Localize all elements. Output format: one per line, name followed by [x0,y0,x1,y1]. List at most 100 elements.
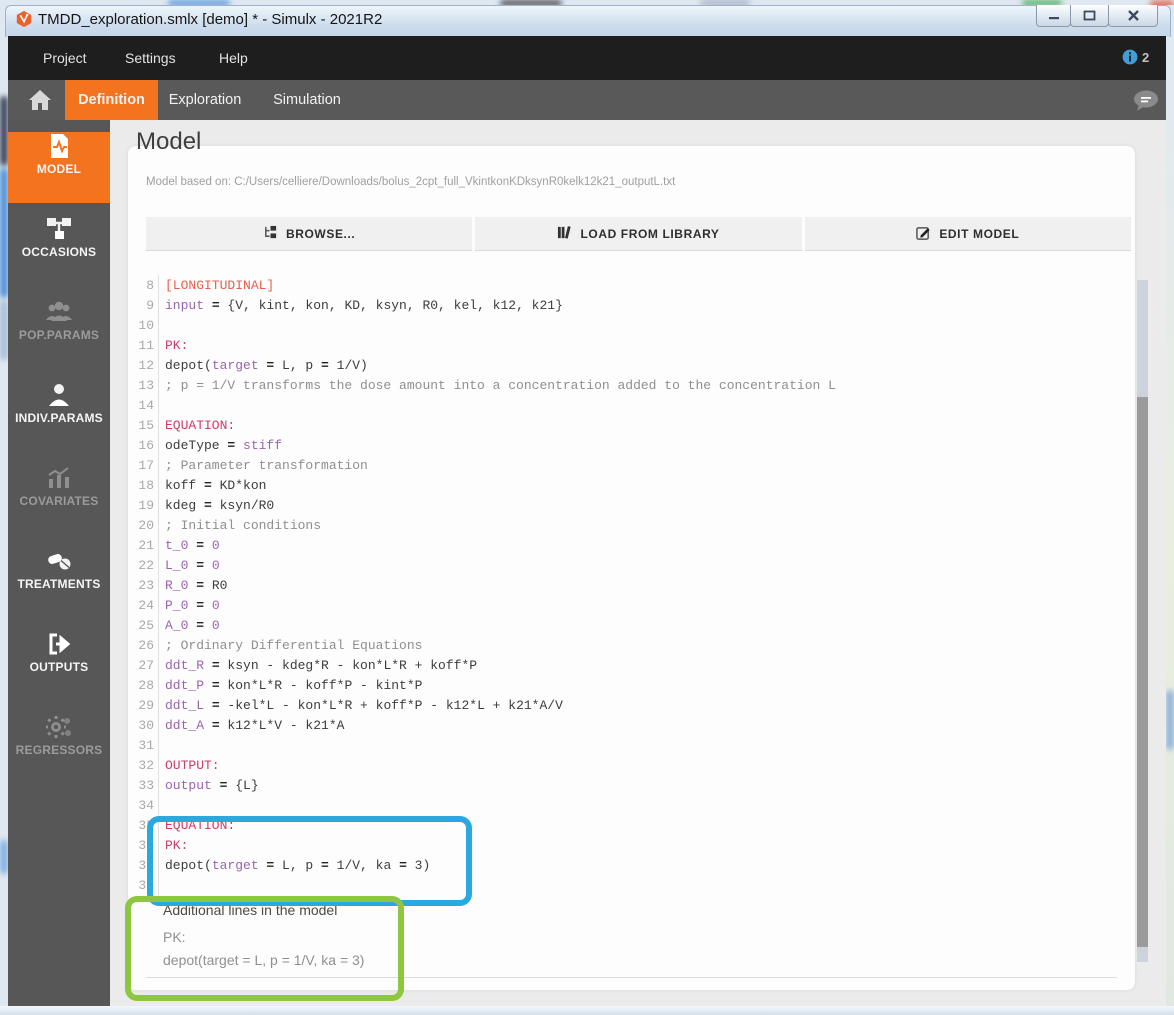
toolbar-button-label: EDIT MODEL [939,226,1020,241]
menu-project[interactable]: Project [43,50,87,66]
code-text: EQUATION: [165,417,236,433]
indiv-params-icon [45,381,73,409]
code-line-36: 36 PK: [136,835,1126,855]
sidebar-item-label: OUTPUTS [29,660,89,674]
close-button[interactable] [1108,5,1158,27]
line-number: 24 [138,597,154,613]
sidebar-item-label: INDIV.PARAMS [15,411,103,425]
desktop-bleed [0,300,8,360]
chat-bubble-icon[interactable] [1133,90,1160,112]
line-number: 16 [138,437,154,453]
sidebar-item-covariates[interactable]: COVARIATES [8,464,110,535]
code-line-34: 34 [136,795,1126,815]
code-line-16: 16 odeType = stiff [136,435,1126,455]
code-line-15: 15 EQUATION: [136,415,1126,435]
desktop-bleed [1166,690,1174,750]
code-text: ddt_A = k12*L*V - k21*A [165,717,345,733]
code-line-28: 28 ddt_P = kon*L*R - koff*P - kint*P [136,675,1126,695]
window-bottom-border [0,1006,1174,1015]
code-line-23: 23 R_0 = R0 [136,575,1126,595]
code-line-17: 17 ; Parameter transformation [136,455,1126,475]
line-number: 21 [138,537,154,553]
code-line-12: 12 depot(target = L, p = 1/V) [136,355,1126,375]
browse-tree-icon [263,225,278,243]
load-from-library-button[interactable]: LOAD FROM LIBRARY [475,217,802,251]
line-number: 8 [146,277,154,293]
code-line-24: 24 P_0 = 0 [136,595,1126,615]
window-right-border [1166,5,1174,1006]
code-line-18: 18 koff = KD*kon [136,475,1126,495]
menu-help[interactable]: Help [219,50,248,66]
line-number: 28 [138,677,154,693]
code-line-31: 31 [136,735,1126,755]
sidebar-item-treatments[interactable]: TREATMENTS [8,547,110,618]
additional-lines-title: Additional lines in the model [163,902,338,918]
code-text: P_0 = 0 [165,597,220,613]
info-icon[interactable] [1122,49,1138,65]
code-line-19: 19 kdeg = ksyn/R0 [136,495,1126,515]
model-icon [45,132,73,160]
sidebar-item-indiv-params[interactable]: INDIV.PARAMS [8,381,110,452]
card-divider [146,977,1117,978]
code-text: ; p = 1/V transforms the dose amount int… [165,377,836,393]
line-number: 30 [138,717,154,733]
tab-exploration[interactable]: Exploration [160,80,250,120]
pop-params-icon [45,298,73,326]
code-text: [LONGITUDINAL] [165,277,275,293]
minimize-button[interactable] [1036,5,1071,27]
gutter-separator [158,315,159,335]
code-line-20: 20 ; Initial conditions [136,515,1126,535]
tab-simulation[interactable]: Simulation [263,80,351,120]
sidebar-nav: MODEL OCCASIONS POP.PARAMS INDIV.PARAMS COVA… [8,120,110,1006]
code-line-8: 8 [LONGITUDINAL] [136,275,1126,295]
code-text: ddt_L = -kel*L - kon*L*R + koff*P - k12*… [165,697,563,713]
maximize-button[interactable] [1070,5,1109,27]
sidebar-item-label: TREATMENTS [17,577,101,591]
browse--button[interactable]: BROWSE... [146,217,473,251]
sidebar-item-outputs[interactable]: OUTPUTS [8,630,110,701]
toolbar-button-label: LOAD FROM LIBRARY [580,226,720,241]
notifications[interactable]: 2 [1122,49,1149,65]
code-text: PK: [165,337,189,353]
regressors-icon [45,713,73,741]
code-text: output = {L} [165,777,259,793]
code-text: OUTPUT: [165,757,220,773]
scrollbar-thumb[interactable] [1137,397,1148,947]
menu-settings[interactable]: Settings [125,50,176,66]
sidebar-item-label: POP.PARAMS [18,328,100,342]
code-line-32: 32 OUTPUT: [136,755,1126,775]
line-number: 35 [138,817,154,833]
code-text: PK: [165,837,189,853]
sidebar-item-label: REGRESSORS [15,743,103,757]
desktop-bleed [0,96,8,166]
line-number: 34 [138,797,154,813]
window-controls [1036,5,1158,27]
code-text: EQUATION: [165,817,236,833]
simulx-window: TMDD_exploration.smlx [demo] * - Simulx … [0,0,1174,1015]
code-line-9: 9 input = {V, kint, kon, KD, ksyn, R0, ke… [136,295,1126,315]
page-title: Model [136,128,202,155]
model-source-path: Model based on: C:/Users/celliere/Downlo… [146,176,676,188]
sidebar-item-occasions[interactable]: OCCASIONS [8,215,110,286]
line-number: 19 [138,497,154,513]
tab-definition[interactable]: Definition [65,80,158,120]
code-text: L_0 = 0 [165,557,220,573]
code-line-27: 27 ddt_R = ksyn - kdeg*R - kon*L*R + koff… [136,655,1126,675]
outputs-icon [45,630,73,658]
line-number: 13 [138,377,154,393]
line-number: 22 [138,557,154,573]
edit-model-button[interactable]: EDIT MODEL [804,217,1131,251]
line-number: 25 [138,617,154,633]
additional-line-depot: depot(target = L, p = 1/V, ka = 3) [163,952,365,968]
code-line-26: 26 ; Ordinary Differential Equations [136,635,1126,655]
code-text: odeType = stiff [165,437,283,453]
line-number: 10 [138,317,154,333]
desktop-bleed [0,840,8,874]
home-icon[interactable] [28,89,52,111]
sidebar-item-pop-params[interactable]: POP.PARAMS [8,298,110,369]
model-toolbar: BROWSE... LOAD FROM LIBRARY EDIT MODEL [146,217,1131,251]
line-number: 36 [138,837,154,853]
sidebar-item-model[interactable]: MODEL [8,132,110,203]
line-number: 37 [138,857,154,873]
sidebar-item-regressors[interactable]: REGRESSORS [8,713,110,784]
